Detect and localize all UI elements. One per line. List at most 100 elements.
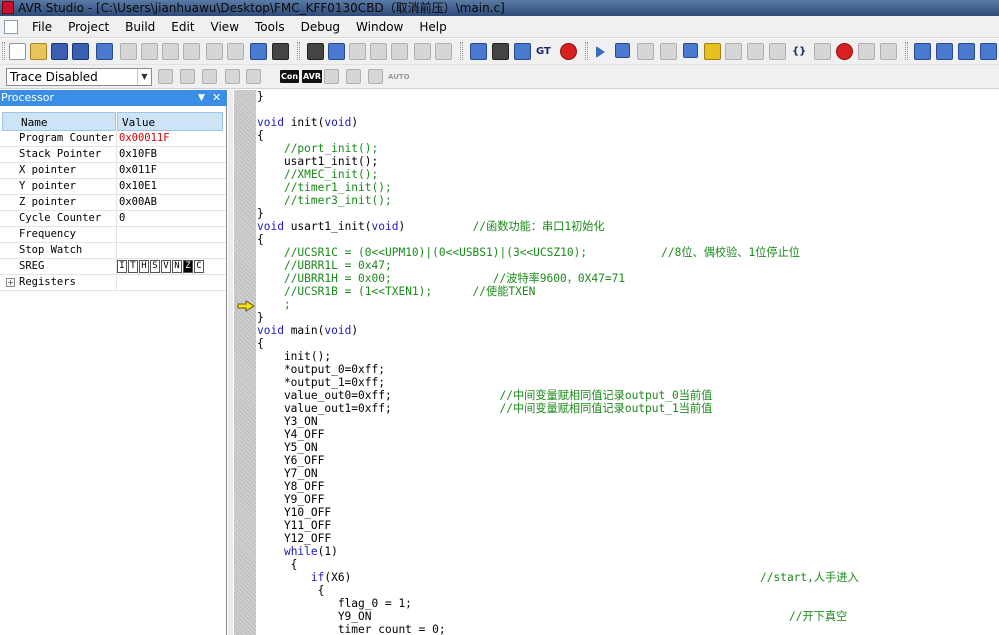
code-line[interactable]: init();: [257, 350, 999, 363]
save-all-icon[interactable]: [72, 43, 89, 60]
redo-icon[interactable]: [227, 43, 244, 60]
chip-icon[interactable]: [324, 69, 339, 84]
gcc-icon[interactable]: GT: [536, 43, 553, 60]
code-line[interactable]: //port_init();: [257, 142, 999, 155]
code-line[interactable]: void init(void): [257, 116, 999, 129]
processor-row-cycle-counter[interactable]: Cycle Counter 0: [0, 211, 226, 227]
menu-file[interactable]: File: [24, 16, 60, 38]
code-line[interactable]: {: [257, 584, 999, 597]
menu-project[interactable]: Project: [60, 16, 117, 38]
code-line[interactable]: //UCSR1C = (0<<UPM10)|(0<<USBS1)|(3<<UCS…: [257, 246, 999, 259]
close-icon[interactable]: ✕: [212, 90, 221, 106]
menu-build[interactable]: Build: [117, 16, 163, 38]
sreg-bit-h[interactable]: H: [139, 260, 149, 273]
break-icon[interactable]: [637, 43, 654, 60]
code-editor[interactable]: } void init(void){ //port_init(); usart1_…: [234, 90, 999, 635]
code-line[interactable]: flag_0 = 1;: [257, 597, 999, 610]
code-line[interactable]: *output_1=0xff;: [257, 376, 999, 389]
sreg-bit-c[interactable]: C: [194, 260, 204, 273]
menu-debug[interactable]: Debug: [293, 16, 348, 38]
sreg-bit-n[interactable]: N: [172, 260, 182, 273]
processor-row-value[interactable]: 0x011F: [119, 163, 157, 178]
run-to-cursor-icon[interactable]: {}: [792, 43, 809, 60]
quick-watch-icon[interactable]: [880, 43, 897, 60]
trace-filter-icon[interactable]: [158, 69, 173, 84]
code-area[interactable]: } void init(void){ //port_init(); usart1_…: [257, 90, 999, 635]
code-line[interactable]: //timer3_init();: [257, 194, 999, 207]
code-line[interactable]: value_out1=0xff; //中间变量赋相同值记录output_1当前值: [257, 402, 999, 415]
step-into-icon[interactable]: [725, 43, 742, 60]
code-line[interactable]: {: [257, 233, 999, 246]
toolbar-grip-icon[interactable]: [460, 42, 463, 60]
find-icon[interactable]: [307, 43, 324, 60]
processor-row-value[interactable]: 0: [119, 211, 125, 226]
indent-icon[interactable]: [414, 43, 431, 60]
code-line[interactable]: Y5_ON: [257, 441, 999, 454]
cut-icon[interactable]: [120, 43, 137, 60]
new-file-icon[interactable]: [9, 43, 26, 60]
menu-edit[interactable]: Edit: [163, 16, 202, 38]
editor-gutter[interactable]: [234, 90, 256, 635]
toolbar-grip-icon[interactable]: [2, 42, 5, 60]
code-line[interactable]: timer_count = 0;: [257, 623, 999, 635]
menu-help[interactable]: Help: [411, 16, 454, 38]
toolbar-grip-icon[interactable]: [297, 42, 300, 60]
code-line[interactable]: {: [257, 337, 999, 350]
code-line[interactable]: }: [257, 207, 999, 220]
code-line[interactable]: void usart1_init(void) //函数功能：串口1初始化: [257, 220, 999, 233]
processor-row-registers[interactable]: + Registers: [0, 275, 226, 291]
processor-row-y-pointer[interactable]: Y pointer 0x10E1: [0, 179, 226, 195]
code-line[interactable]: Y3_ON: [257, 415, 999, 428]
avr-programmer-icon[interactable]: AVR: [302, 70, 322, 83]
avr-studio-app-icon[interactable]: [2, 1, 14, 14]
code-line[interactable]: *output_0=0xff;: [257, 363, 999, 376]
bookmark-next-icon[interactable]: [349, 43, 366, 60]
remove-breakpoints-icon[interactable]: [858, 43, 875, 60]
build-icon[interactable]: [470, 43, 487, 60]
processor-row-x-pointer[interactable]: X pointer 0x011F: [0, 163, 226, 179]
pause-icon[interactable]: [660, 43, 677, 60]
register-window-icon[interactable]: [936, 43, 953, 60]
code-line[interactable]: Y7_ON: [257, 467, 999, 480]
panel-splitter[interactable]: [228, 90, 233, 635]
code-line[interactable]: //XMEC_init();: [257, 168, 999, 181]
auto-step-icon[interactable]: [814, 43, 831, 60]
processor-row-value[interactable]: 0x10E1: [119, 179, 157, 194]
code-line[interactable]: }: [257, 311, 999, 324]
code-line[interactable]: while(1): [257, 545, 999, 558]
run-icon[interactable]: [596, 46, 605, 58]
processor-row-value[interactable]: 0x10FB: [119, 147, 157, 162]
watch-window-icon[interactable]: [914, 43, 931, 60]
toggle-breakpoint-icon[interactable]: [836, 43, 853, 60]
copy-icon[interactable]: [141, 43, 158, 60]
menu-view[interactable]: View: [203, 16, 247, 38]
stop-debugging-icon[interactable]: [615, 43, 630, 58]
trace-clear-icon[interactable]: [180, 69, 195, 84]
sreg-bit-z[interactable]: Z: [183, 260, 193, 273]
connect-icon[interactable]: Con: [280, 70, 300, 83]
outdent-icon[interactable]: [435, 43, 452, 60]
reset-icon[interactable]: [683, 43, 698, 58]
processor-row-z-pointer[interactable]: Z pointer 0x00AB: [0, 195, 226, 211]
code-line[interactable]: {: [257, 558, 999, 571]
trace-up-icon[interactable]: [246, 69, 261, 84]
print-icon[interactable]: [183, 43, 200, 60]
code-line[interactable]: if(X6) //start,人手进入: [257, 571, 999, 584]
code-line[interactable]: Y11_OFF: [257, 519, 999, 532]
code-line[interactable]: Y6_OFF: [257, 454, 999, 467]
code-line[interactable]: [257, 103, 999, 116]
code-line[interactable]: }: [257, 90, 999, 103]
trace-down-icon[interactable]: [225, 69, 240, 84]
find-in-files-icon[interactable]: [272, 43, 289, 60]
bookmark-prev-icon[interactable]: [370, 43, 387, 60]
chevron-down-icon[interactable]: ▼: [137, 69, 151, 85]
step-over-icon[interactable]: [747, 43, 764, 60]
open-file-icon[interactable]: [30, 43, 47, 60]
sreg-bit-s[interactable]: S: [150, 260, 160, 273]
code-line[interactable]: //UBRR1L = 0x47;: [257, 259, 999, 272]
panel-menu-chevron-icon[interactable]: ▼: [198, 90, 205, 106]
debug-target-icon[interactable]: [560, 43, 577, 60]
processor-row-value[interactable]: 0x00AB: [119, 195, 157, 210]
trace-step-icon[interactable]: [202, 69, 217, 84]
windows-icon[interactable]: [250, 43, 267, 60]
